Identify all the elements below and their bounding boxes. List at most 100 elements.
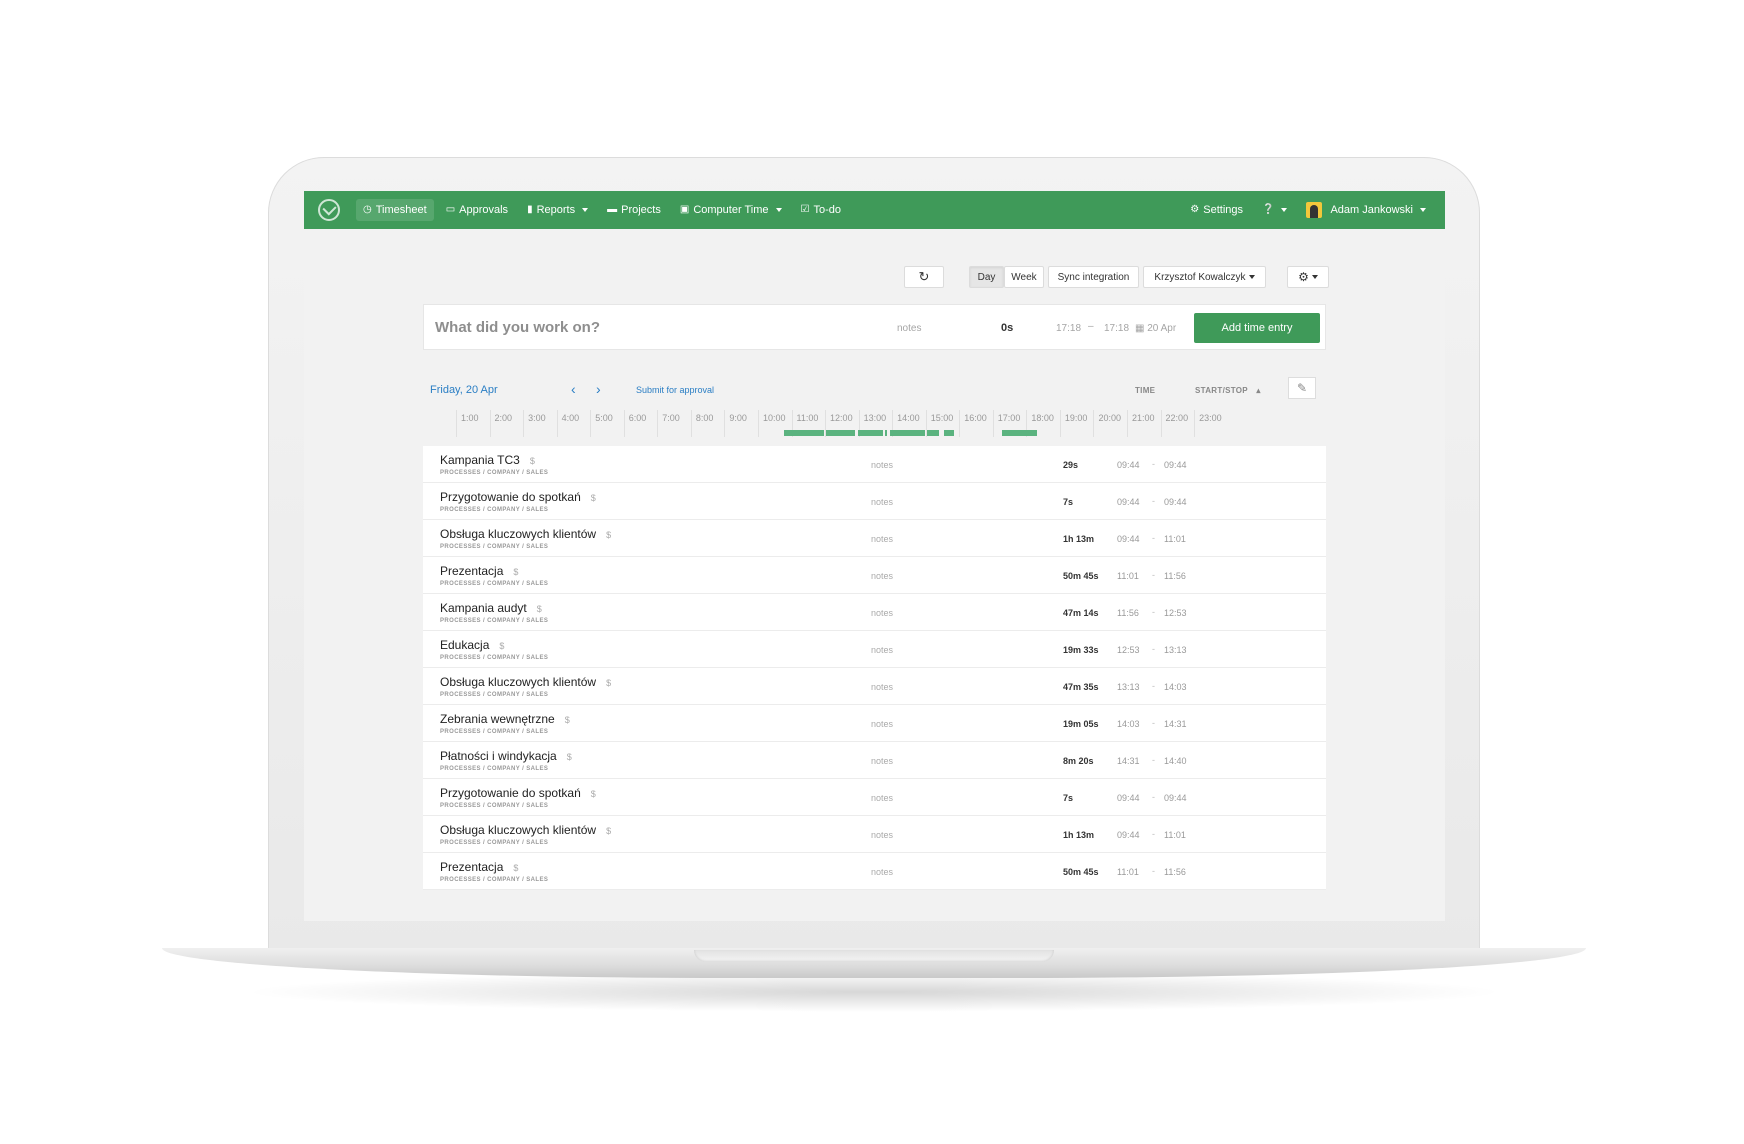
duration-value[interactable]: 19m 33s (1063, 645, 1099, 655)
stop-time[interactable]: 11:56 (1164, 571, 1186, 581)
notes-field[interactable]: notes (897, 323, 921, 334)
task-name[interactable]: Obsługa kluczowych klientów $ (440, 675, 611, 689)
time-entry-row[interactable]: Prezentacja $ PROCESSES / COMPANY / SALES n… (423, 557, 1326, 594)
start-time-field[interactable]: 17:18 (1056, 323, 1081, 334)
sync-integration-button[interactable]: Sync integration (1048, 266, 1139, 288)
notes-field[interactable]: notes (871, 682, 893, 692)
stop-time[interactable]: 11:56 (1164, 867, 1186, 877)
start-time[interactable]: 09:44 (1117, 793, 1140, 803)
task-name[interactable]: Prezentacja $ (440, 564, 518, 578)
start-time[interactable]: 14:31 (1117, 756, 1140, 766)
billable-dollar-icon[interactable]: $ (530, 456, 535, 466)
billable-dollar-icon[interactable]: $ (591, 493, 596, 503)
billable-dollar-icon[interactable]: $ (565, 715, 570, 725)
task-name[interactable]: Kampania audyt $ (440, 601, 542, 615)
billable-dollar-icon[interactable]: $ (606, 678, 611, 688)
start-time[interactable]: 09:44 (1117, 497, 1140, 507)
nav-computer-time[interactable]: ▣ Computer Time (673, 199, 789, 221)
duration-value[interactable]: 47m 14s (1063, 608, 1099, 618)
task-name[interactable]: Przygotowanie do spotkań $ (440, 490, 596, 504)
date-picker[interactable]: ▦ 20 Apr (1135, 323, 1176, 334)
nav-projects[interactable]: ▬ Projects (600, 199, 668, 221)
nav-timesheet[interactable]: ◷ Timesheet (356, 199, 434, 221)
notes-field[interactable]: notes (871, 571, 893, 581)
nav-reports[interactable]: ▮ Reports (520, 199, 595, 221)
refresh-button[interactable]: ↻ (904, 266, 944, 288)
next-day-button[interactable]: › (596, 381, 601, 397)
billable-dollar-icon[interactable]: $ (591, 789, 596, 799)
notes-field[interactable]: notes (871, 793, 893, 803)
billable-dollar-icon[interactable]: $ (513, 567, 518, 577)
duration-value[interactable]: 19m 05s (1063, 719, 1099, 729)
time-entry-row[interactable]: Przygotowanie do spotkań $ PROCESSES / COM… (423, 483, 1326, 520)
time-entry-row[interactable]: Zebrania wewnętrzne $ PROCESSES / COMPANY … (423, 705, 1326, 742)
day-view-button[interactable]: Day (969, 266, 1004, 288)
duration-value[interactable]: 7s (1063, 497, 1073, 507)
duration-value[interactable]: 29s (1063, 460, 1078, 470)
task-name[interactable]: Obsługa kluczowych klientów $ (440, 527, 611, 541)
person-select[interactable]: Krzysztof Kowalczyk (1143, 266, 1266, 288)
billable-dollar-icon[interactable]: $ (606, 530, 611, 540)
billable-dollar-icon[interactable]: $ (537, 604, 542, 614)
task-name[interactable]: Edukacja $ (440, 638, 504, 652)
stop-time[interactable]: 09:44 (1164, 793, 1187, 803)
description-input[interactable]: What did you work on? (435, 319, 600, 336)
user-menu[interactable]: Adam Jankowski (1299, 197, 1433, 223)
help-menu[interactable]: ❔ (1255, 200, 1294, 220)
time-entry-row[interactable]: Edukacja $ PROCESSES / COMPANY / SALES note… (423, 631, 1326, 668)
start-time[interactable]: 09:44 (1117, 534, 1140, 544)
nav-todo[interactable]: ☑ To-do (794, 199, 849, 221)
time-entry-row[interactable]: Prezentacja $ PROCESSES / COMPANY / SALES n… (423, 853, 1326, 890)
stop-time[interactable]: 11:01 (1164, 830, 1186, 840)
notes-field[interactable]: notes (871, 867, 893, 877)
time-entry-row[interactable]: Obsługa kluczowych klientów $ PROCESSES / … (423, 668, 1326, 705)
submit-for-approval-link[interactable]: Submit for approval (636, 385, 714, 395)
billable-dollar-icon[interactable]: $ (567, 752, 572, 762)
time-entry-row[interactable]: Obsługa kluczowych klientów $ PROCESSES / … (423, 520, 1326, 557)
time-entry-row[interactable]: Przygotowanie do spotkań $ PROCESSES / COM… (423, 779, 1326, 816)
task-name[interactable]: Zebrania wewnętrzne $ (440, 712, 570, 726)
start-time[interactable]: 12:53 (1117, 645, 1140, 655)
add-time-entry-button[interactable]: Add time entry (1194, 313, 1320, 343)
time-column-header[interactable]: TIME (1135, 386, 1155, 395)
notes-field[interactable]: notes (871, 719, 893, 729)
billable-dollar-icon[interactable]: $ (606, 826, 611, 836)
time-entry-row[interactable]: Kampania audyt $ PROCESSES / COMPANY / SAL… (423, 594, 1326, 631)
billable-dollar-icon[interactable]: $ (499, 641, 504, 651)
notes-field[interactable]: notes (871, 756, 893, 766)
task-name[interactable]: Kampania TC3 $ (440, 453, 535, 467)
time-entry-row[interactable]: Obsługa kluczowych klientów $ PROCESSES / … (423, 816, 1326, 853)
nav-settings[interactable]: ⚙ Settings (1183, 199, 1250, 221)
start-time[interactable]: 13:13 (1117, 682, 1140, 692)
start-time[interactable]: 09:44 (1117, 460, 1140, 470)
stop-time[interactable]: 09:44 (1164, 497, 1187, 507)
bulk-edit-button[interactable]: ✎ (1288, 377, 1316, 399)
stop-time[interactable]: 12:53 (1164, 608, 1187, 618)
end-time-field[interactable]: 17:18 (1104, 323, 1129, 334)
stop-time[interactable]: 14:40 (1164, 756, 1187, 766)
task-name[interactable]: Przygotowanie do spotkań $ (440, 786, 596, 800)
notes-field[interactable]: notes (871, 460, 893, 470)
duration-field[interactable]: 0s (1001, 322, 1013, 334)
duration-value[interactable]: 47m 35s (1063, 682, 1099, 692)
duration-value[interactable]: 7s (1063, 793, 1073, 803)
task-name[interactable]: Obsługa kluczowych klientów $ (440, 823, 611, 837)
notes-field[interactable]: notes (871, 645, 893, 655)
stop-time[interactable]: 13:13 (1164, 645, 1187, 655)
previous-day-button[interactable]: ‹ (571, 381, 576, 397)
duration-value[interactable]: 1h 13m (1063, 830, 1094, 840)
time-entry-row[interactable]: Płatności i windykacja $ PROCESSES / COMPA… (423, 742, 1326, 779)
duration-value[interactable]: 50m 45s (1063, 571, 1099, 581)
notes-field[interactable]: notes (871, 497, 893, 507)
duration-value[interactable]: 8m 20s (1063, 756, 1094, 766)
duration-value[interactable]: 1h 13m (1063, 534, 1094, 544)
start-time[interactable]: 11:56 (1117, 608, 1139, 618)
task-name[interactable]: Prezentacja $ (440, 860, 518, 874)
task-name[interactable]: Płatności i windykacja $ (440, 749, 572, 763)
stop-time[interactable]: 11:01 (1164, 534, 1186, 544)
notes-field[interactable]: notes (871, 608, 893, 618)
app-logo-icon[interactable] (318, 199, 340, 221)
week-view-button[interactable]: Week (1004, 266, 1044, 288)
nav-approvals[interactable]: ▭ Approvals (439, 199, 515, 221)
billable-dollar-icon[interactable]: $ (513, 863, 518, 873)
